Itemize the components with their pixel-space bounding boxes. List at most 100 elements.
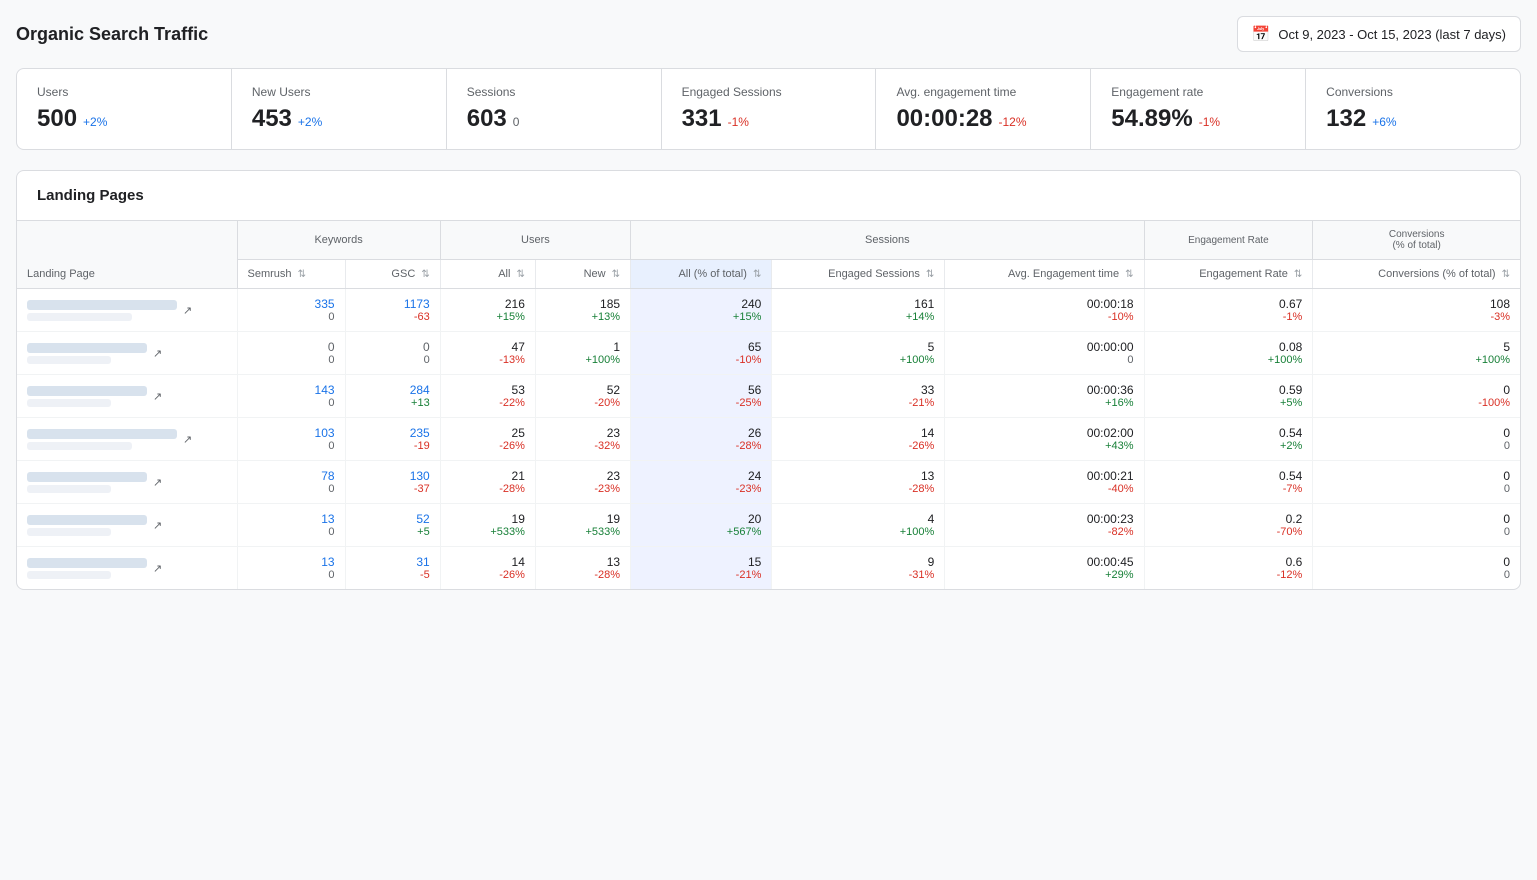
- gsc-delta-1: 0: [356, 354, 430, 366]
- td-engaged-sessions-1: 5 +100%: [772, 332, 945, 375]
- td-sessions-all-2: 56 -25%: [631, 375, 772, 418]
- engagement-rate-col-header[interactable]: Engagement Rate ⇅: [1144, 260, 1313, 289]
- engagement-rate-delta-4: -7%: [1155, 483, 1303, 495]
- users-all-value-2: 53: [451, 383, 525, 397]
- conversions-delta-6: 0: [1323, 569, 1510, 581]
- engaged-sessions-delta-2: -21%: [782, 397, 934, 409]
- td-gsc-5: 52 +5: [345, 504, 440, 547]
- avg-engagement-delta-6: +29%: [955, 569, 1133, 581]
- conversions-delta-5: 0: [1323, 526, 1510, 538]
- external-link-icon-1[interactable]: ↗: [153, 347, 162, 360]
- avg-engagement-col-header[interactable]: Avg. Engagement time ⇅: [945, 260, 1144, 289]
- page-title: Organic Search Traffic: [16, 24, 208, 45]
- td-engaged-sessions-2: 33 -21%: [772, 375, 945, 418]
- users-all-delta-4: -28%: [451, 483, 525, 495]
- card-value-5: 54.89%: [1111, 105, 1192, 133]
- external-link-icon-5[interactable]: ↗: [153, 519, 162, 532]
- table-row: ↗ 78 0 130 -37 21 -28% 23 -23% 24 -23% 1…: [17, 461, 1520, 504]
- semrush-value-1: 0: [248, 340, 335, 354]
- td-landing-page-3: ↗: [17, 418, 237, 461]
- card-value-row-2: 603 0: [467, 105, 641, 133]
- td-avg-engagement-5: 00:00:23 -82%: [945, 504, 1144, 547]
- td-engagement-rate-3: 0.54 +2%: [1144, 418, 1313, 461]
- td-sessions-all-5: 20 +567%: [631, 504, 772, 547]
- conversions-delta-2: -100%: [1323, 397, 1510, 409]
- td-gsc-4: 130 -37: [345, 461, 440, 504]
- td-landing-page-5: ↗: [17, 504, 237, 547]
- avg-engagement-value-6: 00:00:45: [955, 555, 1133, 569]
- engagement-rate-delta-3: +2%: [1155, 440, 1303, 452]
- td-gsc-0: 1173 -63: [345, 289, 440, 332]
- td-semrush-4: 78 0: [237, 461, 345, 504]
- td-engagement-rate-1: 0.08 +100%: [1144, 332, 1313, 375]
- date-range-button[interactable]: 📅 Oct 9, 2023 - Oct 15, 2023 (last 7 day…: [1237, 16, 1521, 52]
- engagement-rate-value-5: 0.2: [1155, 512, 1303, 526]
- external-link-icon-2[interactable]: ↗: [153, 390, 162, 403]
- avg-engagement-value-2: 00:00:36: [955, 383, 1133, 397]
- engaged-sessions-delta-4: -28%: [782, 483, 934, 495]
- avg-engagement-delta-0: -10%: [955, 311, 1133, 323]
- calendar-icon: 📅: [1252, 25, 1271, 43]
- sessions-all-value-2: 56: [641, 383, 761, 397]
- table-row: ↗ 335 0 1173 -63 216 +15% 185 +13% 240 +…: [17, 289, 1520, 332]
- avg-engagement-delta-3: +43%: [955, 440, 1133, 452]
- td-users-new-0: 185 +13%: [535, 289, 630, 332]
- gsc-delta-0: -63: [356, 311, 430, 323]
- sessions-all-col-header[interactable]: All (% of total) ⇅: [631, 260, 772, 289]
- card-label-2: Sessions: [467, 85, 641, 99]
- td-conversions-5: 0 0: [1313, 504, 1520, 547]
- td-conversions-0: 108 -3%: [1313, 289, 1520, 332]
- td-engagement-rate-2: 0.59 +5%: [1144, 375, 1313, 418]
- card-value-row-4: 00:00:28 -12%: [896, 105, 1070, 133]
- gsc-delta-6: -5: [356, 569, 430, 581]
- card-value-0: 500: [37, 105, 77, 133]
- users-new-value-6: 13: [546, 555, 620, 569]
- users-all-col-header[interactable]: All ⇅: [440, 260, 535, 289]
- semrush-value-2: 143: [248, 383, 335, 397]
- gsc-value-1: 0: [356, 340, 430, 354]
- users-new-value-3: 23: [546, 426, 620, 440]
- conversions-value-2: 0: [1323, 383, 1510, 397]
- engaged-sessions-value-5: 4: [782, 512, 934, 526]
- users-new-col-header[interactable]: New ⇅: [535, 260, 630, 289]
- td-avg-engagement-1: 00:00:00 0: [945, 332, 1144, 375]
- card-delta-6: +6%: [1372, 115, 1396, 129]
- avg-engagement-sort-icon: ⇅: [1125, 269, 1133, 280]
- users-new-delta-6: -28%: [546, 569, 620, 581]
- td-landing-page-1: ↗: [17, 332, 237, 375]
- td-landing-page-2: ↗: [17, 375, 237, 418]
- td-engaged-sessions-4: 13 -28%: [772, 461, 945, 504]
- avg-engagement-value-3: 00:02:00: [955, 426, 1133, 440]
- conversions-col-header[interactable]: Conversions (% of total) ⇅: [1313, 260, 1520, 289]
- users-all-value-0: 216: [451, 297, 525, 311]
- engaged-sessions-value-2: 33: [782, 383, 934, 397]
- card-label-6: Conversions: [1326, 85, 1500, 99]
- engaged-sessions-delta-5: +100%: [782, 526, 934, 538]
- semrush-delta-1: 0: [248, 354, 335, 366]
- sessions-all-value-1: 65: [641, 340, 761, 354]
- external-link-icon-3[interactable]: ↗: [183, 433, 192, 446]
- engaged-sessions-value-3: 14: [782, 426, 934, 440]
- avg-engagement-value-1: 00:00:00: [955, 340, 1133, 354]
- engaged-sessions-col-header[interactable]: Engaged Sessions ⇅: [772, 260, 945, 289]
- summary-card-1: New Users 453 +2%: [232, 69, 447, 149]
- avg-engagement-delta-2: +16%: [955, 397, 1133, 409]
- external-link-icon-0[interactable]: ↗: [183, 304, 192, 317]
- sessions-all-delta-1: -10%: [641, 354, 761, 366]
- td-users-all-1: 47 -13%: [440, 332, 535, 375]
- card-value-row-6: 132 +6%: [1326, 105, 1500, 133]
- engaged-sessions-value-0: 161: [782, 297, 934, 311]
- sessions-all-delta-5: +567%: [641, 526, 761, 538]
- semrush-col-header[interactable]: Semrush ⇅: [237, 260, 345, 289]
- users-new-value-5: 19: [546, 512, 620, 526]
- td-sessions-all-0: 240 +15%: [631, 289, 772, 332]
- users-all-delta-6: -26%: [451, 569, 525, 581]
- users-new-sort-icon: ⇅: [612, 269, 620, 280]
- conversions-delta-1: +100%: [1323, 354, 1510, 366]
- gsc-value-2: 284: [356, 383, 430, 397]
- external-link-icon-6[interactable]: ↗: [153, 562, 162, 575]
- gsc-col-header[interactable]: GSC ⇅: [345, 260, 440, 289]
- users-all-value-4: 21: [451, 469, 525, 483]
- external-link-icon-4[interactable]: ↗: [153, 476, 162, 489]
- avg-engagement-delta-1: 0: [955, 354, 1133, 366]
